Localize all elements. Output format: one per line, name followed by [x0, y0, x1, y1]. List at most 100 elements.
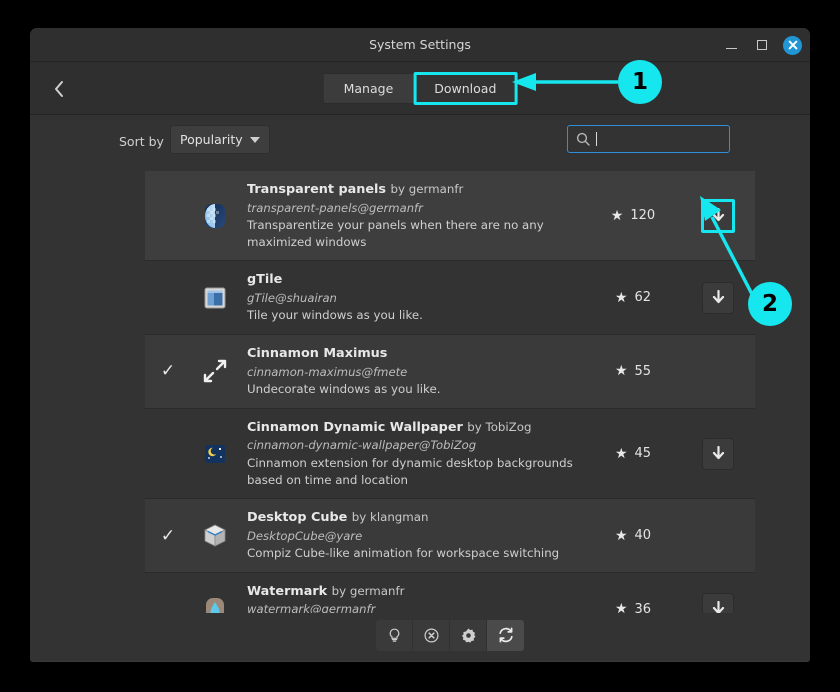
search-field[interactable] [567, 125, 730, 153]
window-title: System Settings [30, 28, 810, 62]
extension-author: by TobiZog [467, 420, 531, 434]
desktop-background: System Settings Manage Download [0, 0, 840, 692]
configure-button[interactable] [450, 620, 487, 651]
extension-name-line: Transparent panels by germanfr [247, 181, 577, 200]
maximize-button[interactable] [752, 35, 772, 55]
close-button[interactable] [783, 36, 802, 55]
gtile-icon [201, 284, 229, 312]
uninstall-button[interactable] [413, 620, 450, 651]
tab-download[interactable]: Download [413, 72, 517, 105]
extension-name-line: gTile [247, 271, 577, 290]
extension-icon-cell [191, 202, 239, 230]
extension-name-line: Watermark by germanfr [247, 583, 577, 602]
table-row[interactable]: Cinnamon Dynamic Wallpaper by TobiZog ci… [145, 409, 755, 499]
extension-action [681, 282, 755, 314]
download-button[interactable] [702, 438, 734, 470]
circle-x-icon [423, 627, 440, 644]
annotation-badge-2: 2 [748, 282, 792, 326]
sort-by-label: Sort by [119, 134, 164, 149]
refresh-button[interactable] [487, 620, 524, 651]
extension-description: Undecorate windows as you like. [247, 381, 577, 398]
extension-score: ★ 55 [585, 363, 681, 379]
tab-bar: Manage Download [323, 73, 518, 105]
extension-uuid: gTile@shuairan [247, 290, 577, 307]
score-value: 55 [635, 364, 652, 379]
annotation-badge-1: 1 [618, 60, 662, 104]
bottom-toolbar [145, 613, 755, 657]
score-value: 62 [635, 290, 652, 305]
score-value: 45 [635, 446, 652, 461]
back-button[interactable] [42, 72, 76, 106]
sort-by-dropdown[interactable]: Popularity [170, 125, 270, 154]
window-titlebar[interactable]: System Settings [30, 28, 810, 62]
table-row[interactable]: Transparent panels by germanfr transpare… [145, 171, 755, 261]
extension-info: Cinnamon Maximus cinnamon-maximus@fmete … [239, 335, 585, 408]
extension-action [681, 199, 755, 233]
extension-list: Transparent panels by germanfr transpare… [145, 171, 755, 648]
extension-info: gTile gTile@shuairan Tile your windows a… [239, 261, 585, 334]
sort-by-value: Popularity [180, 132, 243, 147]
extension-name: gTile [247, 272, 282, 287]
extension-name: Cinnamon Maximus [247, 346, 387, 361]
score-value: 40 [635, 528, 652, 543]
extension-action [681, 438, 755, 470]
extension-uuid: transparent-panels@germanfr [247, 200, 577, 217]
extension-name-line: Desktop Cube by klangman [247, 509, 577, 528]
extension-icon-cell [191, 440, 239, 468]
extension-name: Cinnamon Dynamic Wallpaper [247, 420, 463, 435]
extension-name: Desktop Cube [247, 510, 347, 525]
extension-author: by germanfr [332, 584, 405, 598]
chevron-down-icon [250, 137, 260, 143]
extension-description: Compiz Cube-like animation for workspace… [247, 545, 577, 562]
search-icon [576, 132, 590, 146]
chevron-left-icon [52, 79, 66, 99]
maximize-arrows-icon [201, 357, 229, 385]
controls-row: Sort by Popularity [30, 115, 810, 171]
table-row[interactable]: gTile gTile@shuairan Tile your windows a… [145, 261, 755, 335]
star-icon: ★ [615, 528, 628, 544]
extension-icon-cell [191, 284, 239, 312]
extension-score: ★ 120 [585, 208, 681, 224]
extension-name: Transparent panels [247, 182, 386, 197]
cube-icon [201, 522, 229, 550]
page-header: Manage Download [30, 62, 810, 115]
table-row[interactable]: ✓ Desktop Cube b [145, 499, 755, 573]
download-arrow-icon [711, 208, 726, 224]
extension-score: ★ 62 [585, 290, 681, 306]
window-controls [721, 28, 802, 62]
extension-author: by germanfr [391, 182, 464, 196]
extension-description: Tile your windows as you like. [247, 307, 577, 324]
extension-uuid: DesktopCube@yare [247, 528, 577, 545]
installed-check: ✓ [145, 526, 191, 546]
score-value: 120 [630, 208, 655, 223]
dynamic-wallpaper-icon [201, 440, 229, 468]
download-arrow-icon [711, 290, 726, 306]
extension-icon-cell [191, 522, 239, 550]
star-icon: ★ [615, 290, 628, 306]
extension-score: ★ 40 [585, 528, 681, 544]
close-icon [788, 40, 798, 50]
star-icon: ★ [615, 446, 628, 462]
extension-score: ★ 45 [585, 446, 681, 462]
installed-check: ✓ [145, 361, 191, 381]
extension-author: by klangman [352, 510, 429, 524]
lightbulb-icon [386, 627, 403, 644]
extension-icon-cell [191, 357, 239, 385]
extension-uuid: cinnamon-maximus@fmete [247, 364, 577, 381]
table-row[interactable]: ✓ Cinnamon Maximus c [145, 335, 755, 409]
extension-list-container[interactable]: Transparent panels by germanfr transpare… [145, 171, 755, 662]
minimize-button[interactable] [721, 35, 741, 55]
extension-name-line: Cinnamon Maximus [247, 345, 577, 364]
extension-info: Cinnamon Dynamic Wallpaper by TobiZog ci… [239, 409, 585, 498]
more-info-button[interactable] [376, 620, 413, 651]
extension-description: Cinnamon extension for dynamic desktop b… [247, 455, 577, 489]
gear-icon [460, 627, 477, 644]
star-icon: ★ [615, 363, 628, 379]
tab-manage[interactable]: Manage [323, 73, 414, 104]
toolbar-button-group [376, 620, 524, 651]
download-button[interactable] [702, 282, 734, 314]
download-button[interactable] [701, 199, 735, 233]
download-arrow-icon [711, 446, 726, 462]
system-settings-window: System Settings Manage Download [30, 28, 810, 662]
extension-info: Desktop Cube by klangman DesktopCube@yar… [239, 499, 585, 572]
